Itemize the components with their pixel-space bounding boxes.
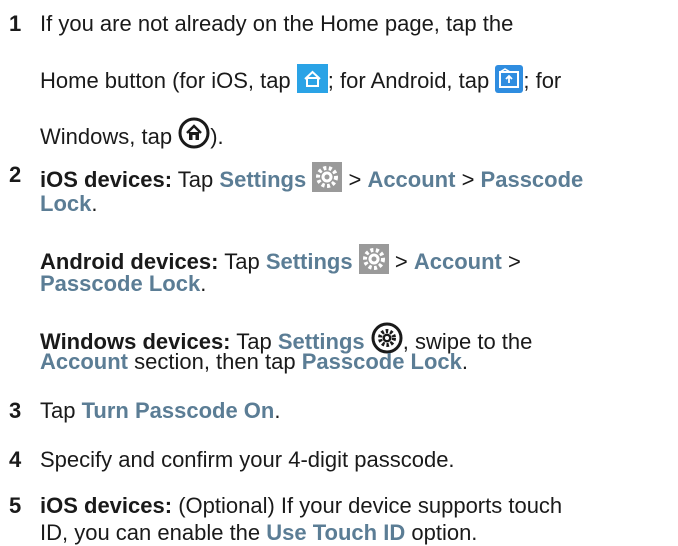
step-number: 5 [9,493,22,518]
instructions-page: 1 If you are not already on the Home pag… [9,11,584,545]
home-windows-icon [178,117,210,149]
passcode-lock-link: Passcode Lock [40,271,201,296]
settings-gear-icon [312,162,343,192]
step-text: Specify and confirm your 4-digit passcod… [40,447,455,472]
step-text: If you are not already on the Home page,… [40,11,514,36]
passcode-link: Passcode [480,167,584,192]
account-link: Account [40,349,128,374]
settings-link: Settings [265,249,353,274]
home-android-icon [495,65,524,93]
settings-link: Settings [219,167,307,192]
step-number: 3 [9,398,22,423]
use-touch-id-link: Use Touch ID [266,520,406,545]
ios-devices-label: iOS devices: [40,167,173,192]
settings-gear-icon [358,244,389,274]
account-link: Account [367,167,456,192]
turn-passcode-on-link: Turn Passcode On [81,398,275,423]
passcode-lock-link: Passcode Lock [301,349,462,374]
ios-devices-label: iOS devices: [40,493,173,518]
step-number: 4 [9,447,22,472]
step-number: 2 [9,162,22,187]
step-number: 1 [9,11,22,36]
home-ios-icon [296,64,328,93]
account-link: Account [413,249,502,274]
